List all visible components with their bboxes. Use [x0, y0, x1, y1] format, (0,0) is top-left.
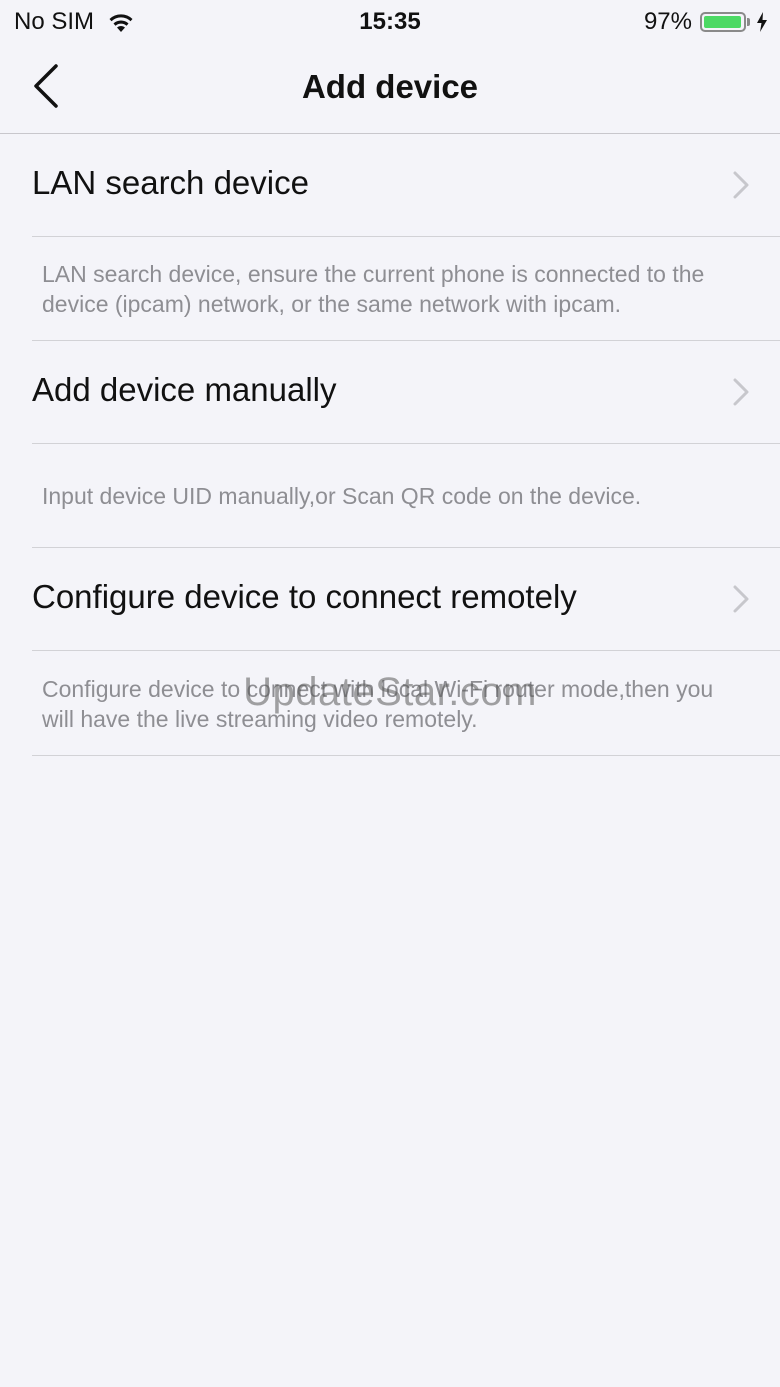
- status-bar: No SIM 15:35 97%: [0, 0, 780, 42]
- charging-bolt-icon: [757, 12, 767, 32]
- option-description: Input device UID manually,or Scan QR cod…: [32, 444, 780, 548]
- option-label: Add device manually: [32, 371, 337, 408]
- option-description: Configure device to connect with local W…: [32, 652, 780, 756]
- nav-bar: Add device: [0, 42, 780, 134]
- chevron-right-icon: [733, 585, 749, 613]
- battery-percent: 97%: [643, 8, 692, 35]
- page-title: Add device: [301, 68, 479, 105]
- option-configure-remote[interactable]: Configure device to connect remotely: [32, 548, 780, 651]
- chevron-right-icon: [733, 171, 749, 199]
- description-text: Configure device to connect with local W…: [42, 675, 714, 732]
- battery-tip: [747, 18, 750, 26]
- option-label: LAN search device: [32, 164, 309, 201]
- option-label: Configure device to connect remotely: [32, 578, 577, 615]
- battery-icon: [700, 12, 746, 32]
- description-text: Input device UID manually,or Scan QR cod…: [42, 482, 642, 509]
- option-lan-search[interactable]: LAN search device: [32, 134, 780, 237]
- status-right: 97%: [644, 8, 768, 36]
- description-text: LAN search device, ensure the current ph…: [42, 260, 705, 317]
- option-add-manually[interactable]: Add device manually: [32, 341, 780, 444]
- chevron-right-icon: [733, 378, 749, 406]
- battery-fill: [704, 16, 741, 28]
- option-description: LAN search device, ensure the current ph…: [32, 237, 780, 341]
